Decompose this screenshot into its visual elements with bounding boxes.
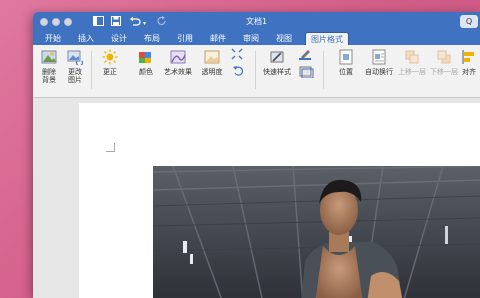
compress-pictures-button[interactable] bbox=[230, 48, 244, 62]
inserted-photo[interactable] bbox=[153, 166, 480, 298]
ribbon-tabs: 开始 插入 设计 布局 引用 邮件 审阅 视图 图片格式 bbox=[33, 31, 480, 45]
change-picture-icon bbox=[67, 50, 83, 65]
bring-forward-icon bbox=[405, 50, 419, 64]
align-button[interactable]: 对齐 bbox=[462, 49, 480, 76]
ribbon: 删除 背景 更改 图片 更正 颜色 艺术效果 透明度 快速样式 位置 自动换行 … bbox=[33, 45, 480, 98]
artistic-effects-button[interactable]: 艺术效果 bbox=[161, 49, 195, 76]
transparency-button[interactable]: 透明度 bbox=[197, 49, 227, 76]
bring-forward-label: 上移一层 bbox=[398, 68, 426, 76]
quick-styles-label: 快速样式 bbox=[263, 68, 291, 76]
picture-border-button[interactable] bbox=[297, 48, 317, 62]
remove-background-button[interactable]: 删除 背景 bbox=[37, 49, 61, 84]
tab-home[interactable]: 开始 bbox=[45, 32, 61, 45]
tab-insert[interactable]: 插入 bbox=[78, 32, 94, 45]
corrections-button[interactable]: 更正 bbox=[96, 49, 124, 76]
compress-icon bbox=[231, 48, 243, 60]
send-backward-button[interactable]: 下移一层 bbox=[428, 49, 460, 76]
wrap-text-button[interactable]: 自动换行 bbox=[362, 49, 396, 76]
reset-picture-icon bbox=[233, 66, 244, 76]
wrap-text-label: 自动换行 bbox=[365, 68, 393, 76]
color-label: 颜色 bbox=[139, 68, 153, 76]
tab-view[interactable]: 视图 bbox=[276, 32, 292, 45]
remove-background-label: 删除 背景 bbox=[42, 68, 56, 84]
tab-design[interactable]: 设计 bbox=[111, 32, 127, 45]
transparency-label: 透明度 bbox=[201, 68, 223, 76]
photo-content bbox=[153, 166, 480, 298]
artistic-effects-icon bbox=[170, 50, 186, 64]
position-label: 位置 bbox=[339, 68, 353, 76]
transparency-icon bbox=[204, 50, 220, 64]
ribbon-divider bbox=[255, 51, 256, 89]
change-picture-label: 更改 图片 bbox=[68, 68, 82, 84]
reset-picture-button[interactable] bbox=[230, 65, 248, 79]
picture-effects-button[interactable] bbox=[297, 66, 317, 80]
tab-layout[interactable]: 布局 bbox=[144, 32, 160, 45]
page-margin-marker bbox=[106, 143, 115, 152]
search-icon[interactable]: Q bbox=[460, 15, 478, 28]
picture-effects-icon bbox=[299, 66, 314, 79]
sun-icon bbox=[102, 49, 118, 65]
title-bar: ▾ 文档1 Q bbox=[33, 12, 480, 31]
wrap-text-icon bbox=[372, 49, 386, 65]
word-window: ▾ 文档1 Q 开始 插入 设计 布局 引用 邮件 审阅 视图 图片格式 删除 … bbox=[33, 12, 480, 298]
position-button[interactable]: 位置 bbox=[332, 49, 360, 76]
tab-review[interactable]: 审阅 bbox=[243, 32, 259, 45]
remove-background-icon bbox=[41, 50, 57, 64]
quick-styles-icon bbox=[270, 51, 284, 63]
tab-mailings[interactable]: 邮件 bbox=[210, 32, 226, 45]
tab-picture-format[interactable]: 图片格式 bbox=[305, 32, 349, 45]
ribbon-divider bbox=[323, 51, 324, 89]
color-button[interactable]: 颜色 bbox=[131, 49, 161, 76]
bring-forward-button[interactable]: 上移一层 bbox=[396, 49, 428, 76]
quick-styles-button[interactable]: 快速样式 bbox=[261, 49, 293, 76]
artistic-effects-label: 艺术效果 bbox=[164, 68, 192, 76]
align-label: 对齐 bbox=[462, 68, 476, 76]
tab-references[interactable]: 引用 bbox=[177, 32, 193, 45]
corrections-label: 更正 bbox=[103, 68, 117, 76]
change-picture-button[interactable]: 更改 图片 bbox=[63, 49, 87, 84]
ribbon-divider bbox=[91, 51, 92, 89]
send-backward-icon bbox=[437, 50, 451, 64]
align-icon bbox=[462, 50, 474, 64]
color-palette-icon bbox=[139, 52, 151, 63]
document-title: 文档1 bbox=[245, 17, 268, 26]
document-area bbox=[33, 98, 480, 298]
document-page[interactable] bbox=[79, 103, 480, 298]
send-backward-label: 下移一层 bbox=[430, 68, 458, 76]
position-icon bbox=[339, 49, 353, 65]
pen-border-icon bbox=[299, 50, 311, 60]
